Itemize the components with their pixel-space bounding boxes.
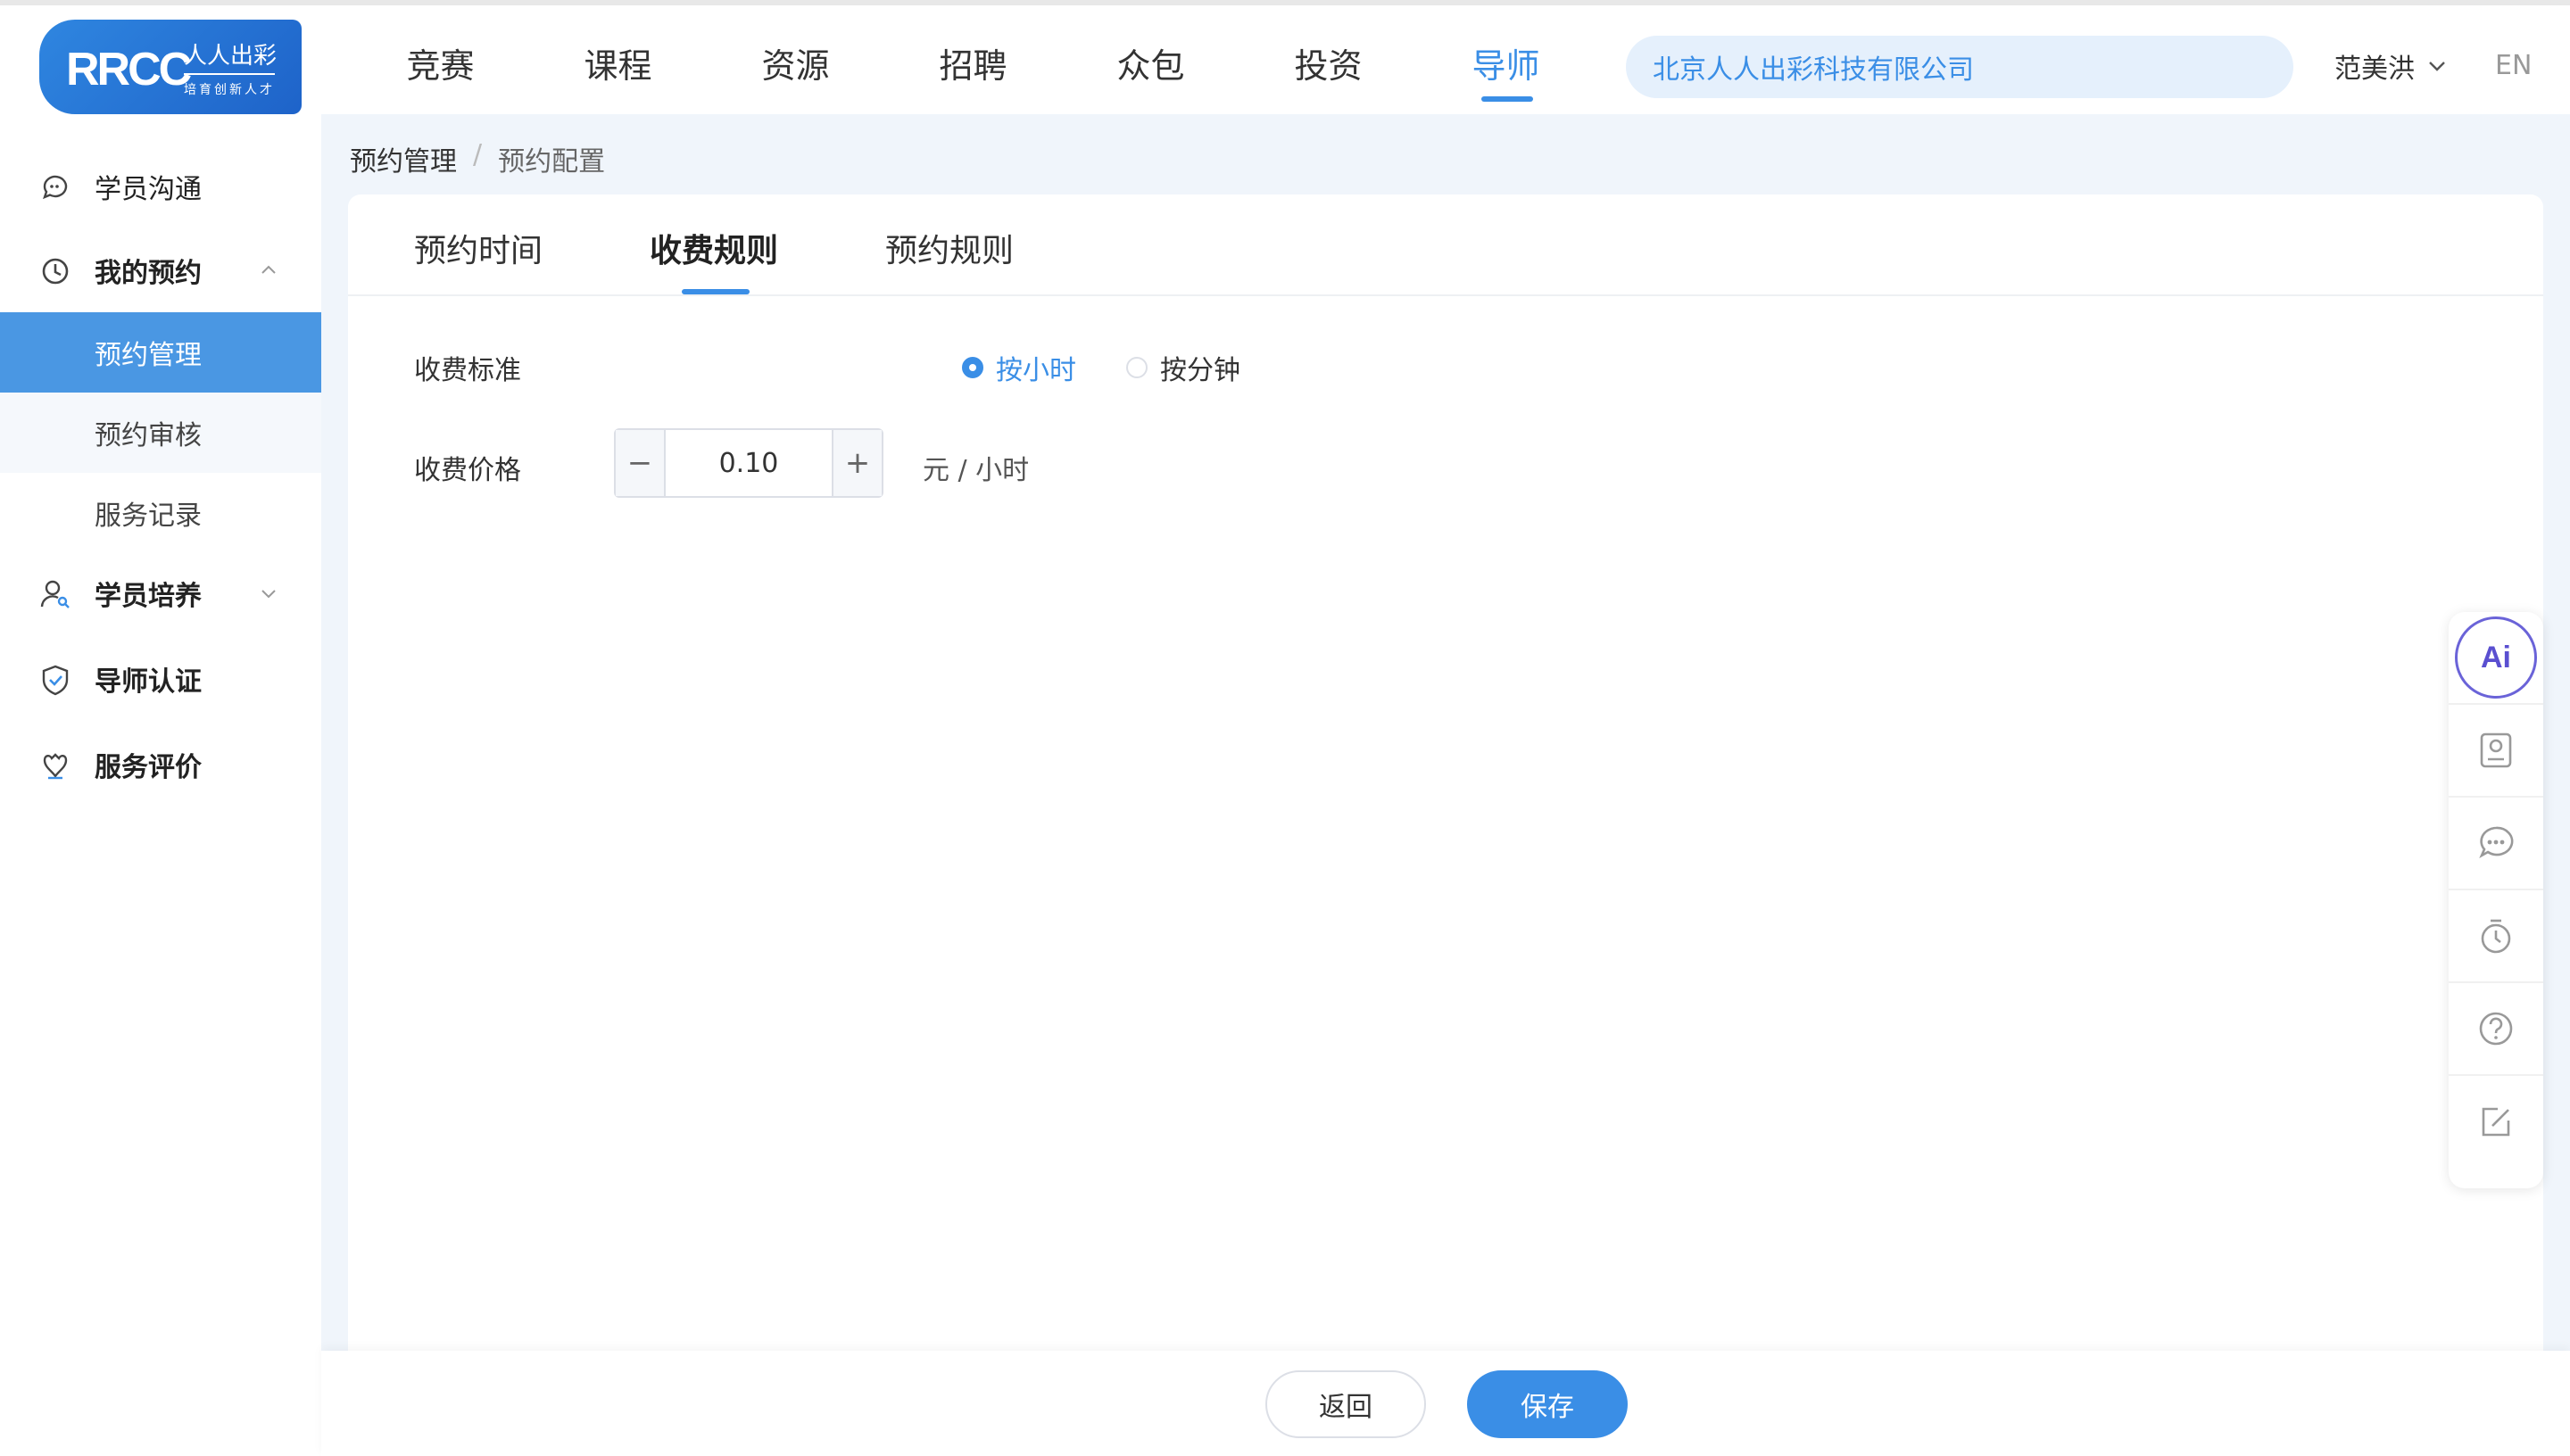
breadcrumb-separator: / [473, 139, 483, 170]
ai-label: Ai [2481, 640, 2511, 674]
sidebar-item-student-chat[interactable]: 学员沟通 [0, 146, 321, 227]
sidebar-item-student-training[interactable]: 学员培养 [0, 553, 321, 633]
ai-icon: Ai [2455, 616, 2537, 699]
nav-item-courses[interactable]: 课程 [529, 5, 707, 120]
breadcrumb-parent[interactable]: 预约管理 [350, 139, 457, 178]
price-stepper: − + [614, 428, 883, 498]
language-switch[interactable]: EN [2495, 50, 2532, 81]
sidebar-subitem-service-records[interactable]: 服务记录 [0, 473, 321, 553]
chat-bubble-icon [43, 175, 68, 200]
sidebar-item-label: 服务评价 [95, 752, 202, 783]
tab-appointment-rules[interactable]: 预约规则 [885, 225, 1014, 271]
active-tab-indicator [682, 289, 750, 294]
chevron-down-icon [2429, 62, 2445, 71]
edit-icon [2482, 1107, 2510, 1137]
chevron-down-icon [261, 590, 276, 599]
radio-dot [1126, 357, 1148, 378]
brand-logo[interactable]: RRCC 人人出彩 培育创新人才 [39, 20, 302, 114]
back-button[interactable]: 返回 [1265, 1370, 1426, 1438]
main-nav: 竞赛 课程 资源 招聘 众包 投资 导师 [352, 5, 1595, 120]
nav-item-crowdsourcing[interactable]: 众包 [1062, 5, 1239, 120]
breadcrumb-current: 预约配置 [498, 146, 606, 178]
contact-card-icon [2480, 732, 2512, 768]
decrement-button[interactable]: − [616, 430, 666, 496]
logo-mark: RRCC [66, 44, 192, 95]
feedback-button[interactable] [2449, 1076, 2543, 1169]
chat-dots-icon [2479, 826, 2514, 859]
sidebar-item-my-appointments[interactable]: 我的预约 [0, 230, 321, 310]
stopwatch-icon [2481, 919, 2511, 954]
sidebar: 学员沟通 我的预约 预约管理 预约审核 服务记录 学员培养 导师认证 服务评价 [0, 114, 321, 1456]
nav-item-recruitment[interactable]: 招聘 [884, 5, 1062, 120]
nav-item-mentor[interactable]: 导师 [1417, 5, 1595, 120]
tab-appointment-time[interactable]: 预约时间 [414, 225, 543, 271]
timer-button[interactable] [2449, 890, 2543, 983]
chevron-up-icon [261, 265, 276, 274]
action-footer: 返回 保存 [321, 1351, 2570, 1456]
radio-label: 按分钟 [1160, 355, 1240, 386]
logo-chinese-name: 人人出彩 [184, 43, 278, 70]
radio-by-minute[interactable]: 按分钟 [1126, 348, 1240, 387]
shield-check-icon [42, 665, 69, 696]
help-button[interactable] [2449, 983, 2543, 1076]
radio-by-hour[interactable]: 按小时 [962, 348, 1076, 387]
increment-button[interactable]: + [832, 430, 882, 496]
person-search-icon [40, 580, 70, 608]
nav-item-resources[interactable]: 资源 [707, 5, 884, 120]
price-unit: 元 / 小时 [923, 455, 1030, 486]
floating-toolbar: Ai [2449, 612, 2543, 1188]
top-navbar: RRCC 人人出彩 培育创新人才 竞赛 课程 资源 招聘 众包 投资 导师 北京… [0, 0, 2570, 114]
company-name: 北京人人出彩科技有限公司 [1653, 54, 1974, 86]
sidebar-item-mentor-certification[interactable]: 导师认证 [0, 639, 321, 719]
tab-fee-rules[interactable]: 收费规则 [650, 225, 778, 271]
rating-icon [43, 753, 68, 780]
contact-card-button[interactable] [2449, 705, 2543, 798]
nav-item-investment[interactable]: 投资 [1239, 5, 1417, 120]
sidebar-subitem-appointment-review[interactable]: 预约审核 [0, 393, 321, 473]
config-tabs: 预约时间 收费规则 预约规则 [348, 194, 2543, 296]
nav-item-competition[interactable]: 竞赛 [352, 5, 529, 120]
fee-price-label: 收费价格 [414, 455, 521, 486]
ai-assistant-button[interactable]: Ai [2449, 612, 2543, 705]
sidebar-item-service-rating[interactable]: 服务评价 [0, 724, 321, 805]
user-menu[interactable]: 范美洪 [2334, 46, 2447, 86]
sidebar-item-label: 我的预约 [95, 258, 202, 289]
breadcrumb: 预约管理 / 预约配置 [350, 139, 605, 178]
company-selector[interactable]: 北京人人出彩科技有限公司 [1626, 36, 2293, 98]
fee-standard-label: 收费标准 [414, 355, 521, 386]
user-name: 范美洪 [2334, 54, 2415, 85]
sidebar-item-label: 导师认证 [95, 666, 202, 698]
price-input[interactable] [666, 430, 832, 496]
radio-dot [962, 357, 983, 378]
logo-slogan: 培育创新人才 [184, 73, 275, 98]
save-button[interactable]: 保存 [1467, 1370, 1628, 1438]
clock-icon [42, 258, 69, 285]
sidebar-subitem-appointment-management[interactable]: 预约管理 [0, 312, 321, 393]
chat-button[interactable] [2449, 798, 2543, 890]
sidebar-item-label: 学员沟通 [95, 174, 202, 205]
sidebar-item-label: 学员培养 [95, 581, 202, 612]
config-card: 预约时间 收费规则 预约规则 收费标准 按小时 按分钟 收费价格 − + 元 /… [348, 194, 2543, 1354]
radio-label: 按小时 [996, 355, 1076, 386]
question-icon [2479, 1012, 2513, 1046]
